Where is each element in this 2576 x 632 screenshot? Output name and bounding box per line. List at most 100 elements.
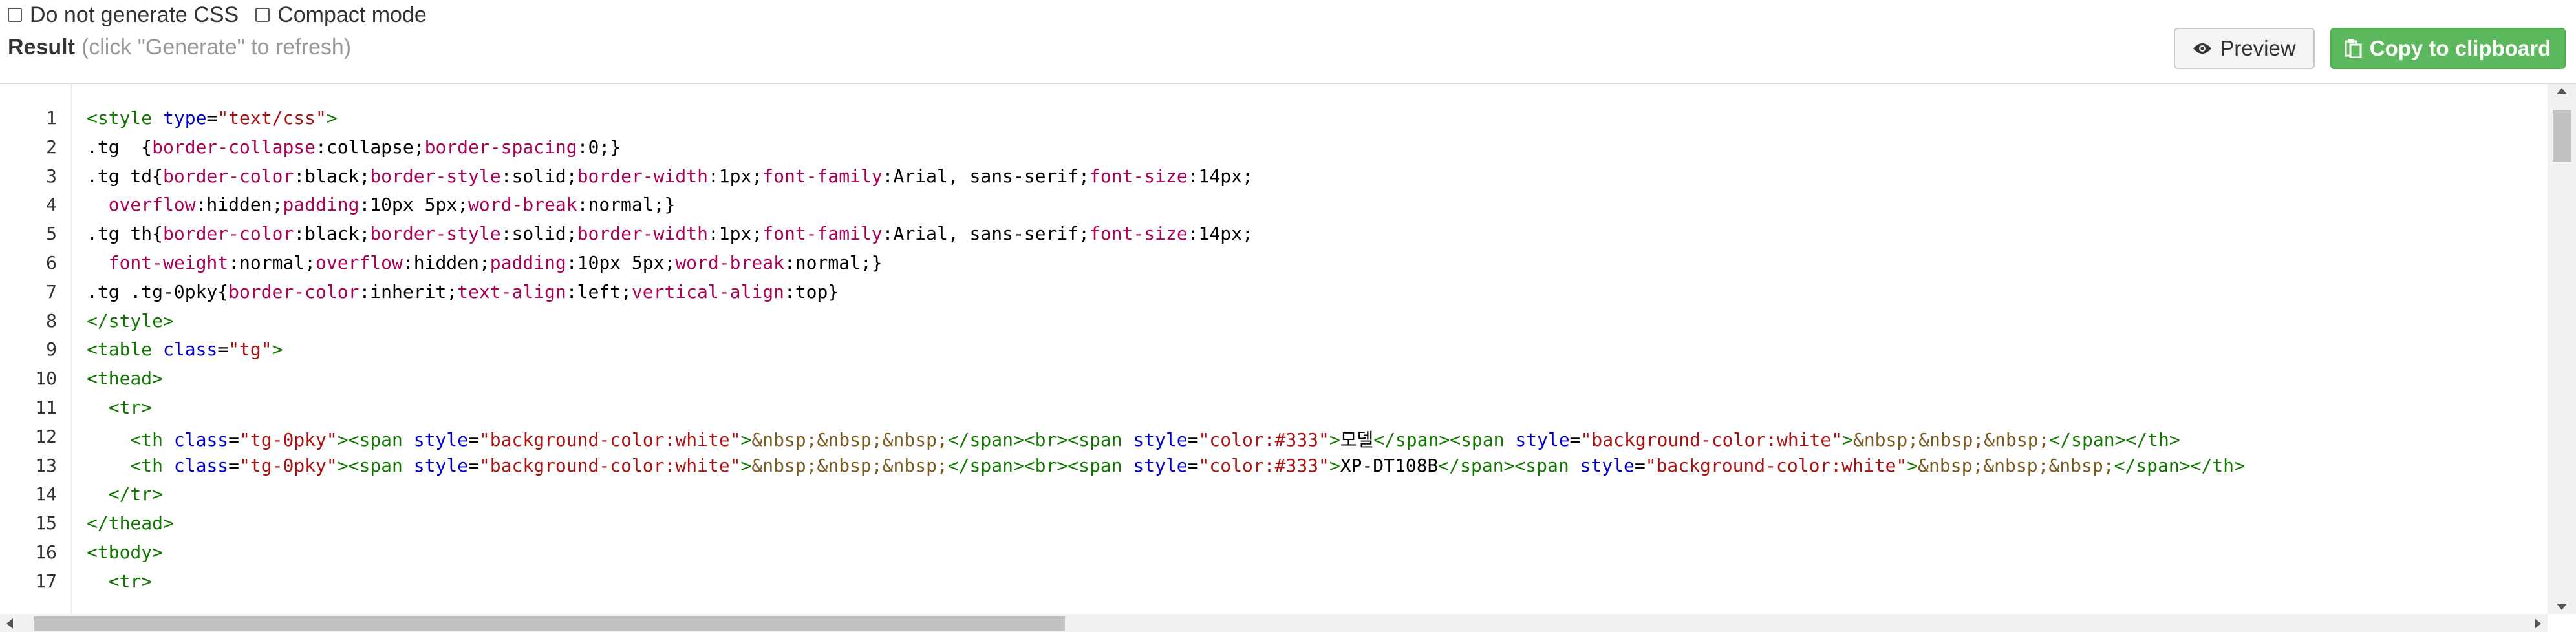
code-token: &nbsp;&nbsp;&nbsp; (1852, 428, 2050, 450)
code-token: word-break (468, 194, 577, 216)
line-number: 3 (46, 165, 57, 187)
code-token: class (173, 454, 229, 476)
code-token: </style> (87, 310, 174, 332)
code-token: font-weight (108, 252, 229, 273)
line-number: 17 (35, 570, 57, 592)
code-token: font-family (762, 165, 883, 187)
code-token: "background-color:white" (1645, 454, 1907, 476)
scroll-right-arrow-icon[interactable] (2535, 618, 2541, 629)
code-token: :inherit; (359, 280, 458, 302)
code-token: </span><br><span (947, 454, 1122, 476)
code-token: <th (130, 428, 164, 450)
code-token: style (413, 454, 469, 476)
code-token: border-color (163, 165, 294, 187)
code-token: "tg-0pky" (239, 454, 338, 476)
code-token: :Arial, sans-serif; (882, 223, 1089, 245)
code-token: "background-color:white" (478, 454, 741, 476)
no-css-option[interactable]: Do not generate CSS (8, 3, 239, 28)
result-hint: (click "Generate" to refresh) (81, 35, 352, 59)
line-number: 14 (35, 483, 57, 505)
code-token: ><span (337, 454, 403, 476)
line-number: 2 (46, 136, 57, 158)
horizontal-scrollbar[interactable] (0, 614, 2548, 632)
code-token: </span></th> (2114, 454, 2245, 476)
line-number: 8 (46, 310, 57, 332)
copy-to-clipboard-button[interactable]: Copy to clipboard (2330, 28, 2566, 69)
compact-mode-option[interactable]: Compact mode (255, 3, 427, 28)
code-token: ><span (337, 428, 403, 450)
code-token: padding (283, 194, 360, 216)
compact-mode-checkbox[interactable] (255, 8, 270, 22)
code-token: :solid; (500, 165, 577, 187)
code-token: <style (87, 107, 153, 129)
code-token: &nbsp;&nbsp;&nbsp; (751, 454, 948, 476)
copy-label: Copy to clipboard (2369, 36, 2551, 60)
code-token: <tbody> (87, 542, 164, 563)
line-number: 10 (35, 368, 57, 390)
scroll-down-arrow-icon[interactable] (2557, 604, 2567, 610)
code-token: = (468, 454, 479, 476)
code-token: :14px; (1187, 223, 1253, 245)
preview-button[interactable]: Preview (2174, 28, 2315, 69)
line-number: 12 (35, 425, 57, 447)
code-token: "background-color:white" (1580, 428, 1843, 450)
code-token: :solid; (500, 223, 577, 245)
code-editor[interactable]: 1 2 3 4 5 6 7 8 9 10 11 12 13 14 15 16 17 <style type="t… (0, 83, 2576, 632)
code-token: style (1133, 428, 1188, 450)
code-line: <thead> (87, 368, 163, 389)
code-token: :1px; (707, 165, 763, 187)
code-token: border-style (370, 165, 501, 187)
code-token: &nbsp;&nbsp;&nbsp; (1918, 454, 2114, 476)
code-token: border-collapse (152, 136, 316, 158)
code-token: text-align (457, 280, 566, 302)
scroll-up-arrow-icon[interactable] (2557, 88, 2567, 94)
horizontal-scroll-thumb[interactable] (34, 616, 1065, 631)
code-token: <th (130, 454, 164, 476)
vertical-scrollbar[interactable] (2548, 84, 2576, 614)
code-token: </span><br><span (947, 428, 1122, 450)
code-area[interactable]: <style type="text/css"> .tg {border-colla… (87, 84, 2544, 614)
line-number: 15 (35, 512, 57, 534)
code-token: word-break (675, 252, 784, 273)
code-token: :black; (294, 223, 370, 245)
code-line: overflow:hidden;padding:10px 5px;word-br… (87, 194, 676, 216)
code-token: :Arial, sans-serif; (882, 165, 1089, 187)
code-token: border-width (577, 165, 708, 187)
result-header: Result (click "Generate" to refresh) (8, 35, 351, 66)
code-token: .tg td{ (87, 165, 164, 187)
code-token: :left; (566, 280, 632, 302)
code-token: XP-DT108B (1340, 454, 1439, 476)
code-token: = (217, 339, 229, 361)
code-token: "tg-0pky" (239, 428, 338, 450)
vertical-scroll-thumb[interactable] (2553, 110, 2571, 162)
code-line: <style type="text/css"> (87, 107, 338, 129)
code-token: </span><span (1438, 454, 1569, 476)
code-token: = (228, 428, 240, 450)
preview-label: Preview (2220, 36, 2296, 60)
code-token: = (468, 428, 479, 450)
scroll-left-arrow-icon[interactable] (6, 618, 13, 629)
line-number: 7 (46, 280, 57, 302)
clipboard-icon (2345, 39, 2362, 58)
code-token: class (173, 428, 229, 450)
code-token: .tg .tg-0pky{ (87, 280, 229, 302)
code-line: .tg td{border-color:black;border-style:s… (87, 165, 1253, 187)
result-title: Result (8, 35, 75, 59)
code-token: class (163, 339, 218, 361)
code-token: <tr> (108, 397, 153, 418)
code-line: .tg .tg-0pky{border-color:inherit;text-a… (87, 281, 839, 302)
code-token: padding (489, 252, 566, 273)
no-css-checkbox[interactable] (8, 8, 22, 22)
code-line: <table class="tg"> (87, 339, 283, 360)
code-token: <thead> (87, 368, 164, 390)
